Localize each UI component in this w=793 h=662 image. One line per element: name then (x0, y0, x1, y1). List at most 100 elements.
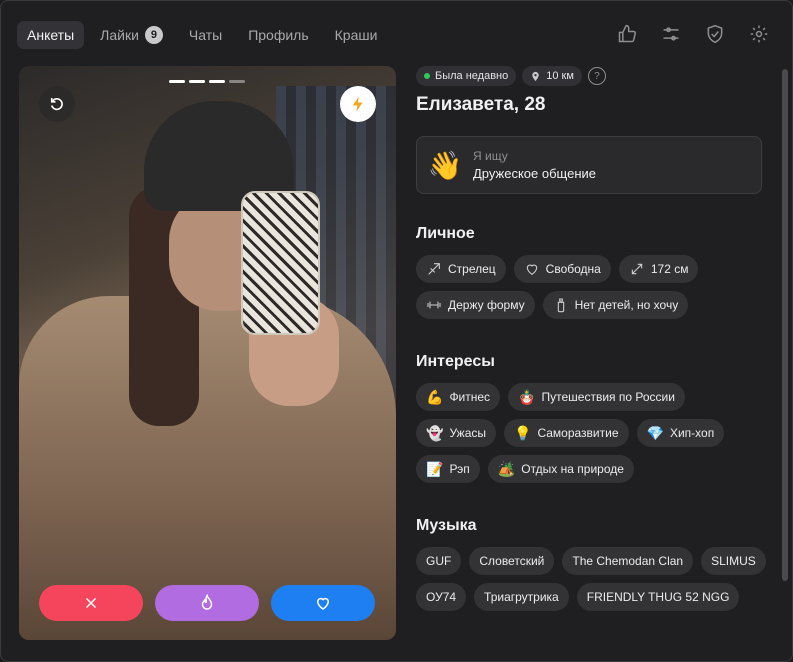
interest-chips: 💪 Фитнес 🪆 Путешествия по России 👻 Ужасы 💡 С… (416, 383, 766, 483)
heart-outline-icon (526, 264, 537, 275)
tab-ankety[interactable]: Анкеты (17, 21, 85, 49)
boost-button[interactable] (340, 86, 376, 122)
interest-chip: 💡 Саморазвитие (504, 419, 629, 447)
music-chips: GUF Словетский The Chemodan Clan SLIMUS … (416, 547, 766, 611)
tab-label: Анкеты (27, 27, 75, 43)
settings-icon[interactable] (748, 23, 770, 45)
chip-label: Ужасы (449, 426, 486, 440)
tab-chats[interactable]: Чаты (179, 21, 232, 49)
chip-label: Свободна (545, 262, 601, 276)
zodiac-arrow-icon (428, 263, 440, 275)
personal-chips: Стрелец Свободна 172 см Держу форму Нет … (416, 255, 766, 319)
status-text: Была недавно (435, 70, 509, 82)
section-title-personal: Личное (416, 225, 475, 242)
chip-label: Стрелец (448, 262, 496, 276)
music-chip: The Chemodan Clan (562, 547, 694, 575)
section-title-music: Музыка (416, 517, 477, 534)
tab-crushes[interactable]: Краши (325, 21, 388, 49)
like-button[interactable] (271, 585, 375, 621)
shield-icon[interactable] (704, 23, 726, 45)
dislike-button[interactable] (39, 585, 143, 621)
profile-info: Была недавно 10 км ? Елизавета, 28 👋 Я и… (416, 66, 766, 611)
tab-label: Чаты (188, 27, 223, 43)
personal-chip: Свободна (513, 255, 611, 283)
close-icon (85, 597, 97, 609)
interest-chip: 💪 Фитнес (416, 383, 501, 411)
music-chip: ОУ74 (416, 583, 467, 611)
help-icon[interactable]: ? (587, 67, 606, 85)
interest-chip: 👻 Ужасы (416, 419, 496, 447)
camping-icon: 🏕️ (497, 460, 516, 477)
chip-label: Фитнес (449, 390, 491, 404)
likes-count-badge: 9 (144, 26, 163, 44)
interest-chip: 💎 Хип-хоп (636, 419, 725, 447)
music-chip: SLIMUS (701, 547, 766, 575)
thumbs-up-icon[interactable] (616, 23, 638, 45)
tab-label: Краши (334, 27, 378, 43)
gem-icon: 💎 (646, 424, 664, 441)
height-arrows-icon (631, 263, 643, 275)
photo-pagination (169, 80, 245, 83)
personal-chip: Держу форму (416, 291, 535, 319)
personal-chip: 172 см (618, 255, 699, 283)
light-bulb-icon: 💡 (514, 424, 532, 441)
swipe-actions (39, 585, 375, 621)
dumbbell-icon (427, 301, 441, 309)
music-chip: FRIENDLY THUG 52 NGG (576, 583, 740, 611)
interest-chip: 📝 Рэп (416, 455, 480, 483)
flame-icon (201, 594, 213, 610)
interest-chip: 🪆 Путешествия по России (508, 383, 685, 411)
chip-label: Путешествия по России (541, 390, 675, 404)
chip-label: 172 см (650, 262, 689, 276)
tab-profile[interactable]: Профиль (238, 21, 318, 49)
chip-label: Отдых на природе (521, 462, 624, 476)
personal-chip: Нет детей, но хочу (542, 291, 689, 319)
chip-label: Хип-хоп (669, 426, 715, 440)
undo-icon (50, 98, 63, 111)
tab-likes[interactable]: Лайки 9 (90, 20, 173, 50)
top-nav: Анкеты Лайки 9 Чаты Профиль Краши (17, 21, 387, 49)
music-chip: Триагрутрика (474, 583, 569, 611)
online-dot-icon (424, 73, 430, 79)
music-chip: Словетский (469, 547, 555, 575)
chip-label: Нет детей, но хочу (574, 298, 679, 312)
waving-hand-icon: 👋 (427, 149, 463, 181)
app-window: Анкеты Лайки 9 Чаты Профиль Краши Была н… (0, 0, 793, 662)
nesting-doll-icon: 🪆 (518, 388, 536, 405)
lightning-icon (352, 96, 363, 112)
photo-page-dot[interactable] (229, 80, 245, 83)
chip-label: Держу форму (448, 298, 525, 312)
heart-icon (316, 597, 330, 610)
tab-label: Профиль (248, 27, 309, 43)
filters-icon[interactable] (660, 23, 682, 45)
undo-button[interactable] (39, 86, 75, 122)
section-title-interests: Интересы (416, 353, 495, 370)
status-row: Была недавно 10 км ? (416, 66, 766, 86)
distance-text: 10 км (546, 70, 574, 82)
ghost-icon: 👻 (426, 424, 444, 441)
photo-phone (241, 191, 320, 335)
personal-chip: Стрелец (416, 255, 506, 283)
profile-photo[interactable] (19, 66, 396, 640)
memo-icon: 📝 (426, 460, 444, 477)
superlike-button[interactable] (155, 585, 259, 621)
photo-page-dot[interactable] (189, 80, 205, 83)
online-status-badge: Была недавно (416, 66, 517, 86)
photo-page-dot[interactable] (209, 80, 225, 83)
music-chip: GUF (416, 547, 462, 575)
seeking-label: Я ищу (473, 149, 508, 163)
chip-label: Саморазвитие (537, 426, 619, 440)
seeking-card: 👋 Я ищу Дружеское общение (416, 136, 762, 194)
location-pin-icon (532, 71, 539, 81)
distance-badge: 10 км (522, 66, 582, 86)
scrollbar[interactable] (782, 69, 788, 581)
profile-name: Елизавета, 28 (416, 94, 546, 115)
flexed-biceps-icon: 💪 (426, 388, 444, 405)
seeking-value: Дружеское общение (473, 166, 596, 181)
interest-chip: 🏕️ Отдых на природе (487, 455, 634, 483)
chip-label: Рэп (449, 462, 470, 476)
baby-bottle-icon (557, 298, 564, 313)
photo-page-dot[interactable] (169, 80, 185, 83)
top-toolbar (616, 23, 770, 45)
tab-label: Лайки (100, 27, 139, 43)
